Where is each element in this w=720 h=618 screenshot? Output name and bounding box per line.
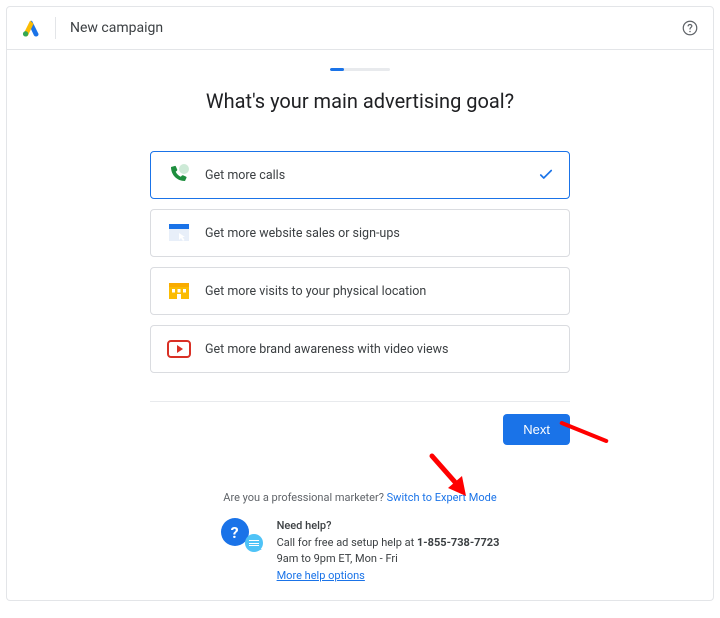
goal-option-label: Get more brand awareness with video view… [205,342,555,357]
phone-icon [165,164,193,186]
progress-fill [330,68,344,71]
goal-option-label: Get more website sales or sign-ups [205,226,555,241]
browser-window-icon [165,223,193,243]
expert-mode-row: Are you a professional marketer? Switch … [7,491,713,504]
help-hours: 9am to 9pm ET, Mon - Fri [277,551,500,568]
youtube-icon [165,340,193,358]
help-block: ? Need help? Call for free ad setup help… [7,518,713,584]
progress-bar [330,68,390,71]
expert-prompt-text: Are you a professional marketer? [223,491,386,504]
goal-option-calls[interactable]: Get more calls [150,151,570,199]
question-heading: What's your main advertising goal? [7,89,713,113]
help-phone-number: 1-855-738-7723 [417,536,499,549]
check-icon [537,166,555,184]
goal-option-label: Get more visits to your physical locatio… [205,284,555,299]
help-outline-icon[interactable] [681,19,699,37]
help-phone-line: Call for free ad setup help at 1-855-738… [277,535,500,552]
more-help-link[interactable]: More help options [277,569,365,582]
help-phone-prefix: Call for free ad setup help at [277,536,417,549]
section-divider [150,401,570,402]
footer-row: Next [150,414,570,445]
help-chat-icon: ? [221,518,263,552]
goal-option-location[interactable]: Get more visits to your physical locatio… [150,267,570,315]
divider [55,17,56,39]
store-icon [165,282,193,300]
google-ads-logo-icon [21,18,41,38]
goal-option-website[interactable]: Get more website sales or sign-ups [150,209,570,257]
goal-option-video[interactable]: Get more brand awareness with video view… [150,325,570,373]
switch-expert-mode-link[interactable]: Switch to Expert Mode [387,491,497,504]
next-button[interactable]: Next [503,414,570,445]
help-heading: Need help? [277,518,500,535]
top-bar: New campaign [6,6,714,50]
goal-options: Get more calls Get more website sales or… [150,151,570,373]
goal-option-label: Get more calls [205,168,537,183]
main-card: What's your main advertising goal? Get m… [6,50,714,601]
page-title: New campaign [70,20,681,36]
